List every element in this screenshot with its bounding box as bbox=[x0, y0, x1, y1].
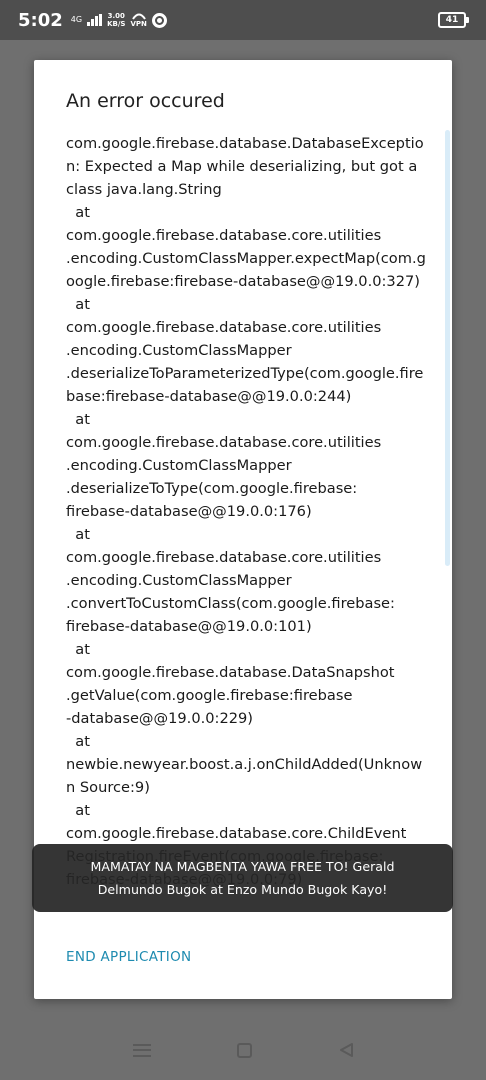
circle-app-icon bbox=[151, 12, 167, 28]
network-type: 4G bbox=[70, 15, 83, 24]
menu-icon[interactable] bbox=[132, 1043, 151, 1057]
network-speed-value: 3.00 bbox=[107, 12, 125, 20]
network-speed: 3.00 KB/S bbox=[107, 12, 125, 28]
vpn-icon: VPN bbox=[130, 12, 147, 28]
home-icon[interactable] bbox=[236, 1042, 252, 1058]
signal-bars-icon bbox=[87, 14, 103, 26]
toast-line-2: Delmundo Bugok at Enzo Mundo Bugok Kayo! bbox=[97, 882, 388, 897]
battery-icon: 41 bbox=[438, 12, 469, 28]
status-bar: 5:02 4G 3.00 KB/S VPN 41 bbox=[0, 0, 486, 40]
navigation-bar bbox=[0, 1020, 486, 1080]
back-icon[interactable] bbox=[338, 1042, 354, 1058]
message-scrollbar[interactable] bbox=[445, 130, 450, 566]
toast-message: MAMATAY NA MAGBENTA YAWA FREE TO! Gerald… bbox=[32, 844, 453, 912]
status-icons: 4G 3.00 KB/S VPN bbox=[71, 12, 167, 28]
vpn-label: VPN bbox=[130, 20, 147, 28]
error-message[interactable]: com.google.firebase.database.DatabaseExc… bbox=[66, 132, 426, 897]
network-speed-unit: KB/S bbox=[107, 20, 126, 28]
battery-level: 41 bbox=[445, 15, 459, 25]
dialog-title: An error occured bbox=[66, 90, 225, 112]
toast-line-1: MAMATAY NA MAGBENTA YAWA FREE TO! Gerald bbox=[90, 859, 395, 874]
end-application-button[interactable]: END APPLICATION bbox=[66, 949, 191, 965]
status-time: 5:02 bbox=[18, 9, 63, 31]
